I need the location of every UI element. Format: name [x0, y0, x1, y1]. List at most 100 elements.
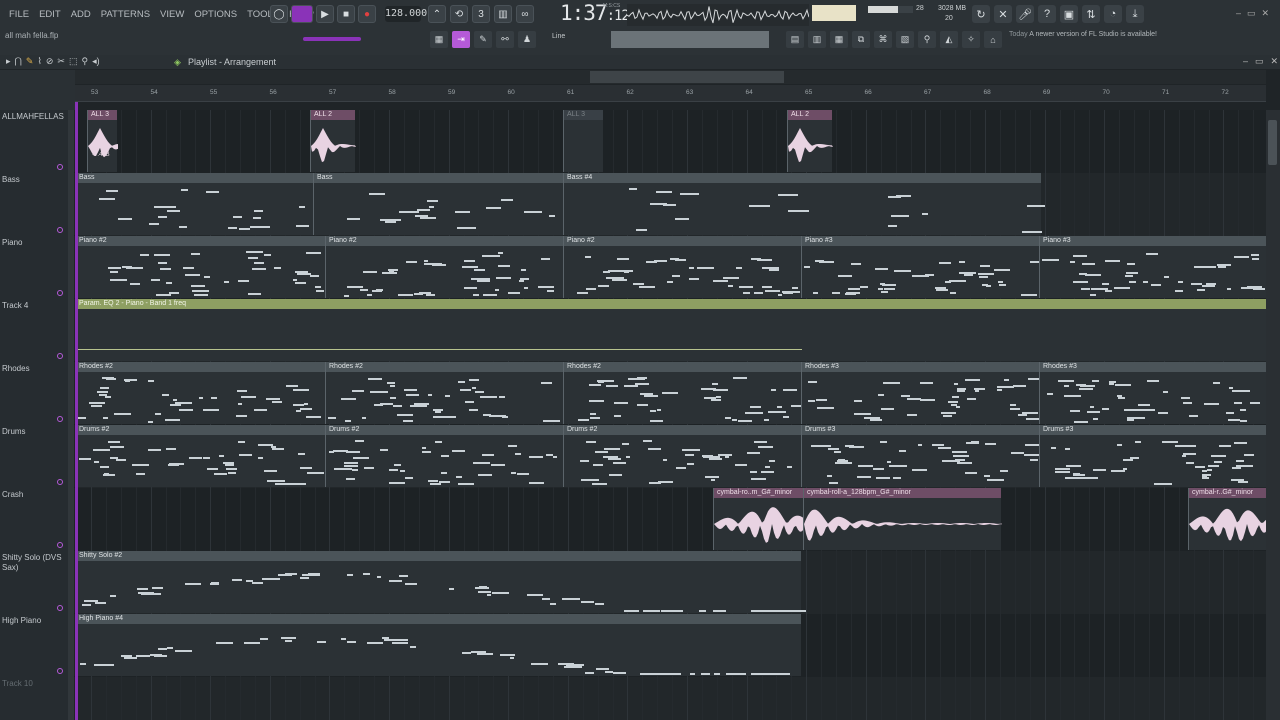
track-resize-grip[interactable] [68, 488, 74, 551]
wand-icon[interactable]: ✧ [962, 31, 980, 48]
clip[interactable]: Piano #2 [325, 236, 563, 298]
playlist-view-icon[interactable]: ⇥ [452, 31, 470, 48]
vertical-scroll-thumb[interactable] [1268, 120, 1277, 165]
brush-icon[interactable]: ⌇ [37, 56, 41, 67]
track-header[interactable]: Bass [0, 173, 68, 236]
menu-arrow-icon[interactable]: ▸ [6, 56, 11, 67]
track-header[interactable]: Shitty Solo (DVS Sax) [0, 551, 68, 614]
track-lane[interactable]: Shitty Solo #2 [75, 551, 1266, 614]
track-enable-icon[interactable] [57, 227, 63, 233]
clip[interactable]: Drums #2 [75, 425, 325, 487]
maximize-icon[interactable]: ▭ [1247, 8, 1256, 19]
plugin-icon[interactable]: ⚲ [918, 31, 936, 48]
clip[interactable]: Param. EQ 2 - Piano - Band 1 freq [75, 299, 1266, 361]
store-icon[interactable]: ⌂ [984, 31, 1002, 48]
playhead[interactable] [75, 102, 78, 720]
magnet-icon[interactable]: ⋂ [15, 56, 22, 67]
play-button[interactable]: ▶ [316, 5, 334, 23]
track-resize-grip[interactable] [68, 110, 74, 173]
clip[interactable]: High Piano #4 [75, 614, 801, 676]
track-header[interactable]: Track 4 [0, 299, 68, 362]
menu-add[interactable]: ADD [66, 8, 96, 21]
clip[interactable]: Rhodes #3 [1039, 362, 1266, 424]
playlist-maximize-icon[interactable]: ▭ [1255, 56, 1264, 67]
stamp-icon[interactable]: ♟ [518, 31, 536, 48]
track-lane[interactable]: Param. EQ 2 - Piano - Band 1 freq [75, 299, 1266, 362]
song-mode-icon[interactable]: ◯ [270, 5, 288, 23]
clip[interactable]: Drums #3 [1039, 425, 1266, 487]
menu-options[interactable]: OPTIONS [189, 8, 242, 21]
browser-icon[interactable]: ▧ [896, 31, 914, 48]
snap-selector[interactable]: Line [552, 33, 565, 40]
menu-view[interactable]: VIEW [155, 8, 189, 21]
track-lane[interactable]: Rhodes #2 Rhodes #2 Rhodes #2 Rhodes #3 Rhod… [75, 362, 1266, 425]
pencil-icon[interactable]: ✎ [26, 56, 34, 67]
track-enable-icon[interactable] [57, 479, 63, 485]
clip[interactable]: Piano #3 [801, 236, 1041, 298]
metronome-icon[interactable]: ⌃ [428, 5, 446, 23]
step-edit-icon[interactable]: ▥ [494, 5, 512, 23]
clip[interactable]: Drums #3 [801, 425, 1042, 487]
track-lane[interactable]: Bass Bass Bass #4 [75, 173, 1266, 236]
clip[interactable]: cymbal-ro..m_G#_minor [713, 488, 804, 550]
track-resize-grip[interactable] [68, 362, 74, 425]
clip[interactable]: ALL 2 [310, 110, 356, 172]
track-header[interactable]: Crash [0, 488, 68, 551]
track-resize-grip[interactable] [68, 614, 74, 677]
track-header[interactable]: Piano [0, 236, 68, 299]
tools-icon[interactable]: ✕ [994, 5, 1012, 23]
track-lane[interactable] [75, 677, 1266, 720]
track-resize-grip[interactable] [68, 677, 74, 720]
plugin-picker-icon[interactable]: ⌘ [874, 31, 892, 48]
loop-record-icon[interactable]: ∞ [516, 5, 534, 23]
clip[interactable]: Drums #2 [325, 425, 563, 487]
clip[interactable]: Piano #2 [75, 236, 325, 298]
refresh-icon[interactable]: ↻ [972, 5, 990, 23]
mute-tool-icon[interactable]: ⊘ [46, 56, 54, 67]
track-resize-grip[interactable] [68, 551, 74, 614]
track-lane[interactable]: Drums #2 Drums #2 Drums #2 Drums #3 Drums #3 [75, 425, 1266, 488]
track-header[interactable]: Drums [0, 425, 68, 488]
piano-roll-icon[interactable]: ▥ [808, 31, 826, 48]
menu-file[interactable]: FILE [4, 8, 34, 21]
clip[interactable]: ALL 2 [787, 110, 833, 172]
minimize-icon[interactable]: – [1236, 8, 1241, 19]
render-icon[interactable]: ⇅ [1082, 5, 1100, 23]
track-lane[interactable]: High Piano #4 [75, 614, 1266, 677]
clip[interactable]: Bass [313, 173, 563, 235]
track-enable-icon[interactable] [57, 668, 63, 674]
track-enable-icon[interactable] [57, 416, 63, 422]
track-enable-icon[interactable] [57, 353, 63, 359]
menu-edit[interactable]: EDIT [34, 8, 66, 21]
clip[interactable]: Rhodes #3 [801, 362, 1040, 424]
clip[interactable]: cymbal-r..G#_minor [1188, 488, 1266, 550]
track-lane[interactable]: Piano #2 Piano #2 Piano #2 Piano #3 Piano #3 [75, 236, 1266, 299]
track-lane[interactable]: ALL 3 -7.4dB ALL 2 ALL 3 ALL 2 [75, 110, 1266, 173]
save-icon[interactable]: ▣ [1060, 5, 1078, 23]
draw-tool-icon[interactable]: ✎ [474, 31, 492, 48]
news-panel[interactable]: Today A newer version of FL Studio is av… [1009, 30, 1157, 39]
clip[interactable]: cymbal-roll-a_128bpm_G#_minor [803, 488, 1002, 550]
track-resize-grip[interactable] [68, 299, 74, 362]
wait-input-icon[interactable]: ⟲ [450, 5, 468, 23]
slice-icon[interactable]: ✂ [57, 56, 65, 67]
chat-icon[interactable]: ◔ [1104, 5, 1122, 23]
download-icon[interactable]: ⤓ [1126, 5, 1144, 23]
piano-roll-view-icon[interactable]: ▦ [430, 31, 448, 48]
stop-button[interactable]: ■ [337, 5, 355, 23]
track-enable-icon[interactable] [57, 164, 63, 170]
mixer-icon[interactable]: ⧉ [852, 31, 870, 48]
clip[interactable]: Shitty Solo #2 [75, 551, 806, 613]
link-icon[interactable]: ⚯ [496, 31, 514, 48]
clip[interactable]: Bass [75, 173, 313, 235]
tempo-display[interactable]: 128.000 [385, 6, 427, 22]
playlist-close-icon[interactable]: ✕ [1271, 56, 1279, 67]
tempo-tapper-icon[interactable]: ◭ [940, 31, 958, 48]
track-enable-icon[interactable] [57, 290, 63, 296]
menu-patterns[interactable]: PATTERNS [96, 8, 155, 21]
track-header[interactable]: ALLMAHFELLAS [0, 110, 68, 173]
clip[interactable]: ALL 3 -7.4dB [87, 110, 118, 172]
channel-rack-icon[interactable]: ▦ [830, 31, 848, 48]
clip[interactable]: Bass #4 [563, 173, 1046, 235]
clip[interactable]: Piano #2 [563, 236, 801, 298]
